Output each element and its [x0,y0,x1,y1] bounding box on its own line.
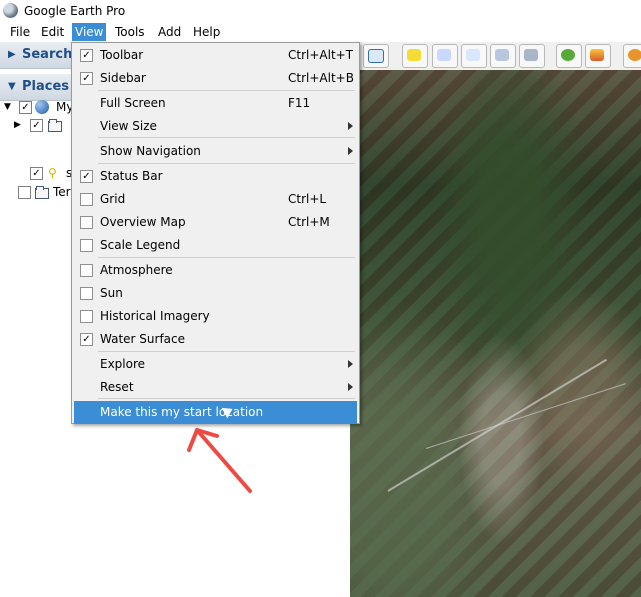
red-annotation-arrow-icon [187,428,252,493]
